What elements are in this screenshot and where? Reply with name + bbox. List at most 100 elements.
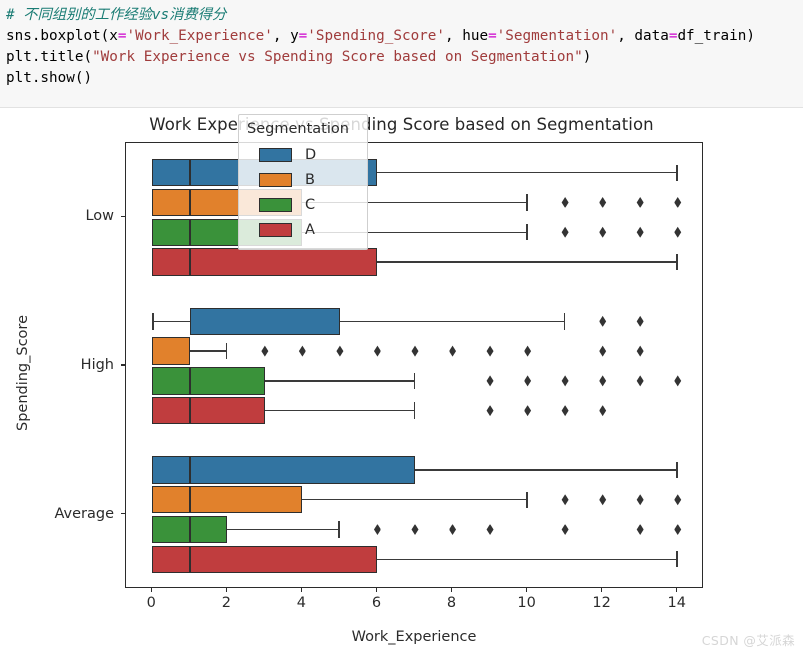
x-tick-mark [375, 588, 378, 592]
x-tick-label: 8 [446, 595, 457, 611]
legend-entries: DBCA [247, 142, 359, 242]
code-token-plain: df_train) [677, 28, 755, 44]
matplotlib-figure: Work Experience vs Spending Score based … [0, 108, 803, 657]
x-axis-label: Work_Experience [351, 629, 477, 645]
median-line [188, 396, 191, 425]
x-tick-mark [225, 588, 227, 592]
code-token-op: = [298, 28, 308, 44]
outlier-point [373, 524, 381, 536]
outlier-point [636, 494, 644, 506]
median-line [188, 367, 191, 395]
median-line [188, 545, 191, 573]
x-tick-label: 12 [592, 595, 611, 611]
whisker-cap-high [526, 223, 528, 241]
outlier-point [561, 524, 569, 536]
code-token-plain: x [109, 28, 118, 44]
code-token-plain: plt.title( [6, 49, 93, 65]
code-token-plain: y [290, 28, 299, 44]
outlier-point [486, 375, 494, 387]
median-line [188, 456, 191, 484]
whisker-high [377, 558, 678, 560]
legend-label: C [305, 196, 316, 213]
outlier-point [411, 524, 419, 536]
median-line [188, 486, 191, 514]
whisker-cap-high [563, 313, 566, 330]
outlier-point [674, 494, 682, 506]
x-tick-label: 10 [517, 595, 536, 611]
outlier-point [599, 405, 607, 417]
x-tick-label: 4 [296, 595, 307, 611]
whisker-cap-high [676, 164, 678, 181]
whisker-cap-high [676, 461, 678, 479]
outlier-point [674, 196, 682, 208]
outlier-point [524, 345, 532, 357]
outlier-point [298, 345, 306, 357]
outlier-point [674, 226, 682, 238]
box-average-D [152, 456, 415, 484]
y-tick-label: Average [54, 505, 114, 522]
code-token-op: = [488, 28, 497, 44]
outlier-point [261, 345, 269, 357]
csdn-watermark: CSDN @艾派森 [701, 633, 795, 648]
boxplot-series [126, 143, 702, 587]
whisker-cap-low [152, 313, 154, 330]
legend-entry-d[interactable]: D [247, 142, 359, 167]
whisker-cap-high [526, 491, 528, 508]
outlier-point [561, 494, 569, 506]
whisker-cap-high [676, 253, 678, 271]
code-cell[interactable]: # 不同组别的工作经验vs消费得分 sns.boxplot(x = 'Work_Ex… [0, 0, 803, 108]
x-tick-mark [450, 588, 453, 592]
whisker-high [264, 380, 415, 382]
legend-label: B [305, 171, 315, 188]
median-line [188, 159, 191, 187]
chart-title: Work Experience vs Spending Score based … [149, 115, 654, 134]
legend-entry-a[interactable]: A [247, 217, 359, 242]
outlier-point [524, 375, 532, 387]
plot-axes [125, 142, 703, 588]
outlier-point [561, 405, 569, 417]
code-token-comment: # 不同组别的工作经验vs消费得分 [6, 7, 227, 23]
legend-swatch-icon [259, 197, 292, 212]
whisker-high [302, 499, 528, 501]
whisker-cap-high [413, 402, 415, 419]
outlier-point [449, 345, 457, 357]
outlier-point [486, 405, 494, 417]
box-high-C [152, 367, 265, 395]
code-line: plt.show() [6, 68, 797, 89]
chart-legend[interactable]: Segmentation DBCA [238, 114, 368, 250]
y-tick-label: High [80, 357, 114, 373]
outlier-point [636, 226, 644, 238]
x-tick-label: 14 [667, 595, 686, 611]
median-line [188, 218, 191, 246]
outlier-point [636, 345, 644, 357]
legend-entry-c[interactable]: C [247, 192, 359, 217]
whisker-cap-high [338, 521, 340, 538]
outlier-point [524, 405, 532, 417]
whisker-high [264, 409, 415, 412]
median-line [188, 188, 191, 217]
whisker-cap-high [676, 551, 678, 568]
whisker-high [415, 469, 678, 471]
outlier-point [599, 196, 607, 208]
legend-swatch-icon [259, 172, 292, 187]
legend-entry-b[interactable]: B [247, 167, 359, 192]
box-average-B [152, 486, 303, 514]
code-token-str: "Work Experience vs Spending Score based… [92, 49, 583, 65]
legend-swatch-icon [259, 222, 292, 237]
code-token-str: 'Work_Experience' [126, 28, 273, 44]
code-token-str: 'Spending_Score' [307, 28, 446, 44]
x-tick-mark [676, 588, 678, 592]
outlier-point [561, 196, 569, 208]
median-line [188, 515, 191, 544]
whisker-high [189, 350, 228, 352]
x-tick-label: 2 [221, 595, 231, 611]
code-token-plain: , [272, 28, 291, 44]
whisker-high [377, 172, 678, 174]
box-high-D [189, 307, 340, 336]
outlier-point [674, 524, 682, 536]
code-token-plain: data [634, 28, 669, 44]
code-token-plain: sns.boxplot( [6, 28, 110, 44]
code-token-plain: plt.show() [6, 70, 93, 86]
outlier-point [636, 524, 644, 536]
outlier-point [599, 315, 607, 327]
